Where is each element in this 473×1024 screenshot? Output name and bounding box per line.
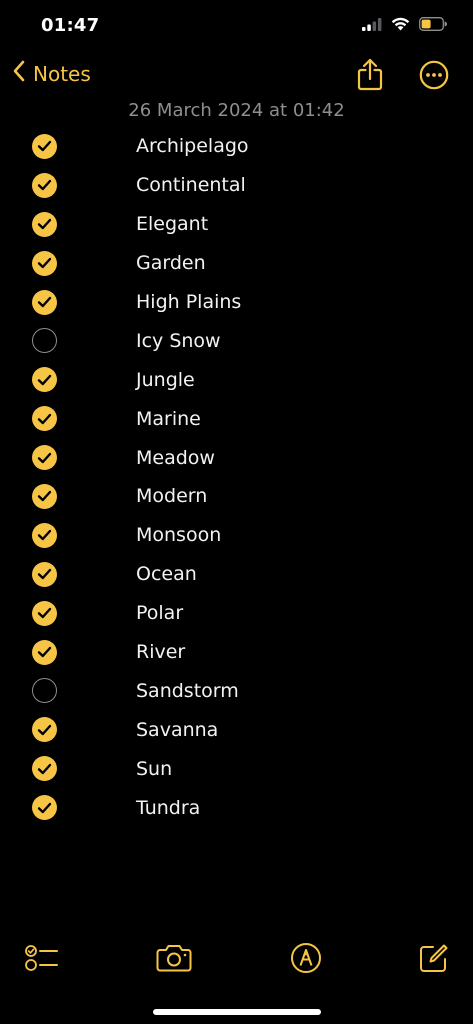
- checklist-item: Tundra: [0, 788, 473, 827]
- checkbox-unchecked[interactable]: [32, 678, 57, 704]
- checklist-item-label[interactable]: Monsoon: [136, 524, 221, 546]
- checkmark-icon: [37, 607, 52, 619]
- checklist-item-label[interactable]: Archipelago: [136, 135, 249, 157]
- checklist-item: Monsoon: [0, 516, 473, 555]
- markup-button[interactable]: [286, 940, 326, 980]
- checklist-item: Modern: [0, 477, 473, 516]
- checklist-item: Sun: [0, 749, 473, 788]
- checklist-item-label[interactable]: Elegant: [136, 213, 208, 235]
- camera-button[interactable]: [154, 940, 194, 980]
- checkmark-icon: [37, 569, 52, 580]
- checkbox-checked[interactable]: [32, 795, 57, 821]
- nav-actions: [357, 58, 449, 95]
- checklist-item-label[interactable]: Modern: [136, 485, 207, 507]
- cellular-signal-icon: [362, 16, 382, 35]
- checkbox-checked[interactable]: [32, 600, 57, 626]
- checklist-item: Meadow: [0, 438, 473, 477]
- checklist-item: Elegant: [0, 205, 473, 244]
- share-button[interactable]: [357, 58, 383, 95]
- bottom-toolbar: [0, 940, 473, 980]
- camera-icon: [156, 944, 192, 976]
- checklist-item: River: [0, 633, 473, 672]
- checklist-item-label[interactable]: Garden: [136, 252, 206, 274]
- checkbox-checked[interactable]: [32, 756, 57, 782]
- checkbox-checked[interactable]: [32, 639, 57, 665]
- checkmark-icon: [37, 219, 52, 230]
- checklist-item-label[interactable]: Continental: [136, 174, 246, 196]
- checklist-item: Archipelago: [0, 127, 473, 166]
- note-date: 26 March 2024 at 01:42: [128, 100, 345, 121]
- checklist-item-label[interactable]: Jungle: [136, 369, 195, 391]
- checklist: Archipelago Continental Elegant Garden H: [0, 127, 473, 827]
- checkmark-icon: [37, 180, 52, 191]
- nav-bar: Notes: [0, 52, 473, 98]
- checkmark-icon: [37, 491, 52, 502]
- more-button[interactable]: [419, 60, 449, 94]
- battery-icon: [419, 16, 447, 35]
- checkmark-icon: [37, 452, 52, 463]
- checkmark-icon: [37, 374, 52, 385]
- checkbox-checked[interactable]: [32, 211, 57, 237]
- checkmark-icon: [37, 296, 52, 308]
- checkmark-icon: [37, 724, 52, 735]
- checkbox-checked[interactable]: [32, 445, 57, 471]
- back-label: Notes: [33, 61, 91, 86]
- compose-button[interactable]: [414, 940, 454, 980]
- checklist-item-label[interactable]: Tundra: [136, 797, 200, 819]
- compose-icon: [419, 943, 449, 977]
- checklist-item: Sandstorm: [0, 671, 473, 710]
- status-icons: [362, 16, 447, 35]
- status-time: 01:47: [41, 15, 100, 36]
- markup-icon: [290, 942, 322, 978]
- checkbox-checked[interactable]: [32, 133, 57, 159]
- checklist-item-label[interactable]: High Plains: [136, 291, 241, 313]
- checklist-item-label[interactable]: Icy Snow: [136, 330, 221, 352]
- checklist-item: Savanna: [0, 710, 473, 749]
- checkbox-checked[interactable]: [32, 289, 57, 315]
- checklist-icon: [25, 943, 59, 977]
- checklist-item-label[interactable]: Sandstorm: [136, 680, 239, 702]
- wifi-icon: [391, 16, 410, 35]
- checklist-item-label[interactable]: Marine: [136, 408, 201, 430]
- more-icon: [419, 60, 449, 94]
- checkmark-icon: [37, 802, 52, 813]
- checklist-item-label[interactable]: Polar: [136, 602, 183, 624]
- checkbox-checked[interactable]: [32, 250, 57, 276]
- checkmark-icon: [37, 257, 52, 269]
- checkbox-checked[interactable]: [32, 561, 57, 587]
- checklist-item: High Plains: [0, 283, 473, 322]
- checkbox-checked[interactable]: [32, 367, 57, 393]
- checkbox-checked[interactable]: [32, 172, 57, 198]
- checklist-item: Marine: [0, 399, 473, 438]
- checklist-item-label[interactable]: River: [136, 641, 185, 663]
- checklist-item: Polar: [0, 594, 473, 633]
- checkbox-unchecked[interactable]: [32, 328, 57, 354]
- checklist-item: Continental: [0, 166, 473, 205]
- chevron-left-icon: [12, 60, 26, 87]
- checklist-item: Icy Snow: [0, 321, 473, 360]
- back-button[interactable]: Notes: [12, 60, 91, 87]
- checklist-item-label[interactable]: Ocean: [136, 563, 197, 585]
- checkbox-checked[interactable]: [32, 406, 57, 432]
- home-indicator: [152, 1009, 321, 1015]
- status-bar: 01:47: [0, 0, 473, 52]
- checkmark-icon: [37, 646, 52, 658]
- checklist-item-label[interactable]: Meadow: [136, 447, 215, 469]
- checkmark-icon: [37, 413, 52, 424]
- checkbox-checked[interactable]: [32, 717, 57, 743]
- checklist-item: Jungle: [0, 360, 473, 399]
- checkmark-icon: [37, 763, 52, 774]
- checklist-item: Garden: [0, 244, 473, 283]
- checklist-button[interactable]: [22, 940, 62, 980]
- checkbox-checked[interactable]: [32, 483, 57, 509]
- checkmark-icon: [37, 530, 52, 541]
- checklist-item-label[interactable]: Sun: [136, 758, 172, 780]
- checklist-item-label[interactable]: Savanna: [136, 719, 218, 741]
- checkbox-checked[interactable]: [32, 522, 57, 548]
- share-icon: [357, 58, 383, 95]
- checklist-item: Ocean: [0, 555, 473, 594]
- checkmark-icon: [37, 141, 52, 152]
